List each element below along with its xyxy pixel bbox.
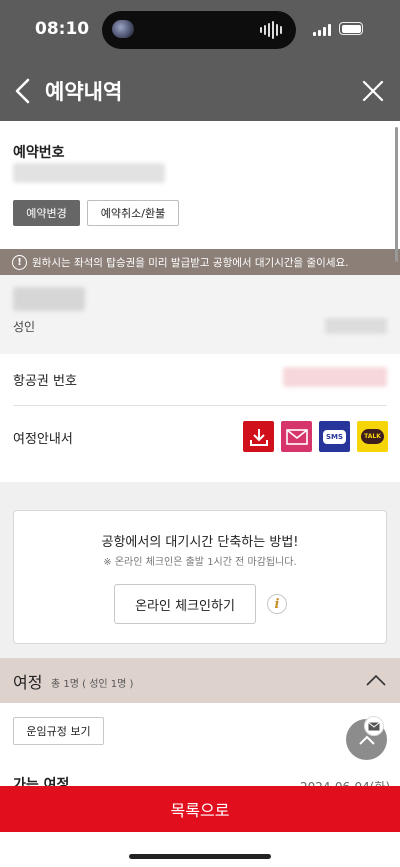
ticket-number-label: 항공권 번호: [13, 374, 77, 389]
divider: [13, 405, 387, 406]
mail-icon: [368, 721, 380, 730]
page-title: 예약내역: [45, 80, 123, 104]
journey-header[interactable]: 여정 총 1명 ( 성인 1명 ): [0, 658, 400, 703]
status-time: 08:10: [35, 19, 90, 39]
passenger-type: 성인: [13, 320, 36, 334]
email-icon: [285, 428, 308, 445]
passenger-info-redacted: [325, 318, 387, 334]
close-icon[interactable]: [362, 80, 384, 102]
change-reservation-button[interactable]: 예약변경: [13, 200, 80, 226]
status-bar: 08:10: [0, 0, 400, 60]
signal-icon: [313, 24, 331, 36]
download-icon: [249, 428, 268, 446]
passenger-name-redacted: [13, 287, 85, 311]
fare-rules-button[interactable]: 운임규정 보기: [13, 717, 104, 745]
download-button[interactable]: [243, 421, 274, 452]
scrollbar[interactable]: [395, 127, 398, 262]
notice-banner: ! 원하시는 좌석의 탑승권을 미리 발급받고 공항에서 대기시간을 줄이세요.: [0, 249, 400, 275]
home-area: [0, 832, 400, 867]
reservation-number-redacted: [13, 163, 165, 183]
now-playing-art-icon: [112, 20, 134, 38]
kakaotalk-button[interactable]: TALK: [357, 421, 388, 452]
email-button[interactable]: [281, 421, 312, 452]
reservation-number-label: 예약번호: [13, 145, 65, 161]
sms-icon: SMS: [322, 429, 347, 444]
chevron-up-icon[interactable]: [366, 673, 386, 687]
journey-title: 여정: [13, 673, 43, 692]
guide-title: 공항에서의 대기시간 단축하는 방법!: [101, 535, 299, 550]
kakaotalk-icon: TALK: [361, 429, 384, 444]
journey-count: 총 1명 ( 성인 1명 ): [51, 679, 134, 690]
info-icon[interactable]: i: [267, 594, 287, 614]
itinerary-doc-label: 여정안내서: [13, 432, 73, 447]
ticket-number-redacted: [283, 367, 387, 387]
reservation-section: [0, 121, 400, 249]
audio-wave-icon: [260, 21, 282, 39]
home-indicator[interactable]: [129, 854, 271, 859]
app-header: 예약내역: [0, 60, 400, 121]
guide-subtitle: ※ 온라인 체크인은 출발 1시간 전 마감됩니다.: [103, 557, 297, 568]
back-icon[interactable]: [12, 78, 36, 104]
online-checkin-button[interactable]: 온라인 체크인하기: [114, 584, 256, 624]
cancel-refund-button[interactable]: 예약취소/환불: [87, 200, 179, 226]
back-to-list-button[interactable]: 목록으로: [0, 786, 400, 832]
alert-icon: !: [12, 254, 27, 270]
sms-button[interactable]: SMS: [319, 421, 350, 452]
battery-icon: [339, 22, 363, 35]
checkin-guide-card: 공항에서의 대기시간 단축하는 방법! ※ 온라인 체크인은 출발 1시간 전 …: [13, 510, 387, 644]
mail-badge[interactable]: [364, 716, 384, 736]
notice-text: 원하시는 좌석의 탑승권을 미리 발급받고 공항에서 대기시간을 줄이세요.: [32, 256, 349, 269]
dynamic-island: [102, 11, 296, 49]
